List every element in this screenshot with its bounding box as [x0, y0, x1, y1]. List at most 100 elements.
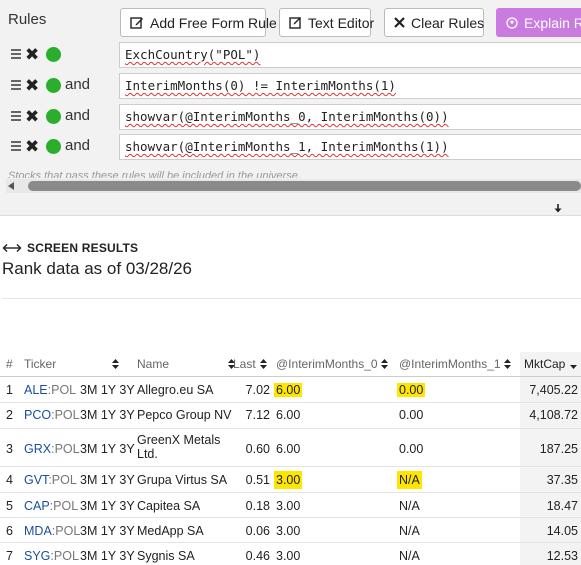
period-links[interactable]: 3M 1Y 3Y — [80, 499, 135, 513]
rule-active-indicator[interactable] — [46, 109, 61, 124]
rule-formula-input[interactable]: ExchCountry("POL") — [119, 42, 581, 68]
interim-months-0-value: 3.00 — [276, 524, 301, 538]
period-links[interactable]: 3M 1Y 3Y — [80, 408, 135, 422]
rank-date-prefix: Rank data as of — [2, 259, 122, 278]
period-links[interactable]: 3M 1Y 3Y — [80, 442, 135, 456]
screen-results-title: SCREEN RESULTS — [27, 241, 139, 255]
rule-active-indicator[interactable] — [46, 47, 61, 62]
company-name: Capitea SA — [137, 499, 201, 513]
sort-icon[interactable] — [111, 358, 119, 372]
explain-rule-label: Explain Rule — [524, 14, 581, 31]
universe-note: Stocks that pass these rules will be inc… — [8, 170, 301, 178]
column-header-last[interactable]: Last — [233, 357, 268, 372]
drag-handle-icon[interactable] — [11, 49, 21, 59]
ticker-link[interactable]: ALE:POL — [24, 383, 76, 397]
company-name: GreenX Metals Ltd. — [137, 433, 221, 461]
market-cap: 4,108.72 — [529, 408, 578, 422]
drag-handle-icon[interactable] — [11, 141, 21, 151]
column-header-interim-months-1[interactable]: @InterimMonths_1 — [399, 357, 511, 372]
last-price: 0.46 — [245, 549, 270, 563]
text-editor-button[interactable]: Text Editor — [279, 8, 374, 37]
row-number: 3 — [6, 442, 13, 456]
last-price: 0.18 — [245, 499, 270, 513]
sort-icon[interactable] — [260, 358, 268, 372]
sort-icon[interactable] — [503, 358, 511, 372]
interim-months-0-value: 6.00 — [276, 408, 301, 422]
explain-rule-button[interactable]: Explain Rule — [496, 8, 581, 37]
rule-row: ✖ and InterimMonths(0) != InterimMonths(… — [0, 73, 581, 99]
rule-row: ✖ and showvar(@InterimMonths_1, InterimM… — [0, 134, 581, 160]
ticker-link[interactable]: GRX:POL — [24, 442, 80, 456]
drag-handle-icon[interactable] — [11, 111, 21, 121]
rule-active-indicator[interactable] — [46, 139, 61, 154]
delete-rule-icon[interactable]: ✖ — [25, 108, 39, 126]
column-header-number: # — [6, 357, 13, 371]
close-icon — [394, 17, 405, 28]
rank-date-line: Rank data as of 03/28/26 — [2, 259, 192, 279]
market-cap: 7,405.22 — [529, 383, 578, 397]
row-divider — [0, 428, 581, 429]
period-links[interactable]: 3M 1Y 3Y — [80, 383, 135, 397]
divider — [2, 298, 581, 299]
rule-row: ✖ and showvar(@InterimMonths_0, InterimM… — [0, 104, 581, 130]
interim-months-1-value: N/A — [397, 471, 422, 489]
period-links[interactable]: 3M 1Y 3Y — [80, 473, 135, 487]
screen-results-header: SCREEN RESULTS — [2, 241, 138, 255]
column-header-interim-months-0[interactable]: @InterimMonths_0 — [276, 357, 388, 372]
row-divider — [0, 517, 581, 518]
market-cap: 187.25 — [539, 442, 578, 456]
row-number: 4 — [6, 473, 13, 487]
rule-conjunction[interactable]: and — [65, 76, 90, 93]
sort-desc-icon[interactable] — [569, 358, 577, 372]
sort-icon[interactable] — [380, 358, 388, 372]
drag-handle-icon[interactable] — [11, 80, 21, 90]
ticker-link[interactable]: GVT:POL — [24, 473, 77, 487]
scroll-left-icon[interactable] — [8, 182, 14, 190]
assistant-icon — [506, 16, 518, 29]
row-number: 6 — [6, 524, 13, 538]
interim-months-1-value: N/A — [399, 549, 420, 563]
column-header-mktcap[interactable]: MktCap — [524, 357, 577, 372]
period-links[interactable]: 3M 1Y 3Y — [80, 549, 135, 563]
expand-horizontal-icon[interactable] — [2, 243, 22, 253]
delete-rule-icon[interactable]: ✖ — [25, 138, 39, 156]
rules-title: Rules — [8, 11, 47, 28]
column-header-ticker[interactable]: Ticker — [24, 357, 119, 372]
delete-rule-icon[interactable]: ✖ — [25, 77, 39, 95]
market-cap: 14.05 — [546, 524, 578, 538]
market-cap: 37.35 — [546, 473, 578, 487]
interim-months-1-value: 0.00 — [399, 408, 424, 422]
row-divider — [0, 542, 581, 543]
last-price: 0.60 — [245, 442, 270, 456]
rule-active-indicator[interactable] — [46, 78, 61, 93]
ticker-link[interactable]: SYG:POL — [24, 549, 79, 563]
row-divider — [0, 402, 581, 403]
row-divider — [0, 466, 581, 467]
rule-row: ✖ ExchCountry("POL") — [0, 42, 581, 68]
interim-months-0-value: 3.00 — [276, 499, 301, 513]
last-price: 0.51 — [245, 473, 270, 487]
interim-months-0-value: 6.00 — [276, 442, 301, 456]
rule-conjunction[interactable]: and — [65, 107, 90, 124]
company-name: Sygnis SA — [137, 549, 195, 563]
interim-months-1-value: N/A — [399, 524, 420, 538]
column-header-name[interactable]: Name — [137, 357, 236, 372]
delete-rule-icon[interactable]: ✖ — [25, 46, 39, 64]
horizontal-scrollbar[interactable] — [6, 179, 581, 193]
rule-formula-input[interactable]: InterimMonths(0) != InterimMonths(1) — [119, 73, 581, 99]
ticker-link[interactable]: MDA:POL — [24, 524, 80, 538]
clear-rules-button[interactable]: Clear Rules — [384, 8, 484, 37]
scrollbar-thumb[interactable] — [28, 181, 581, 191]
rule-formula-input[interactable]: showvar(@InterimMonths_0, InterimMonths(… — [119, 104, 581, 130]
arrow-down-icon[interactable] — [553, 201, 563, 213]
interim-months-1-value: 0.00 — [399, 442, 424, 456]
rule-formula-input[interactable]: showvar(@InterimMonths_1, InterimMonths(… — [119, 134, 581, 160]
ticker-link[interactable]: PCO:POL — [24, 408, 80, 422]
add-free-form-rule-button[interactable]: Add Free Form Rule — [120, 8, 277, 37]
last-price: 7.02 — [245, 383, 270, 397]
period-links[interactable]: 3M 1Y 3Y — [80, 524, 135, 538]
interim-months-1-value: N/A — [399, 499, 420, 513]
ticker-link[interactable]: CAP:POL — [24, 499, 78, 513]
market-cap: 18.47 — [546, 499, 578, 513]
rule-conjunction[interactable]: and — [65, 137, 90, 154]
